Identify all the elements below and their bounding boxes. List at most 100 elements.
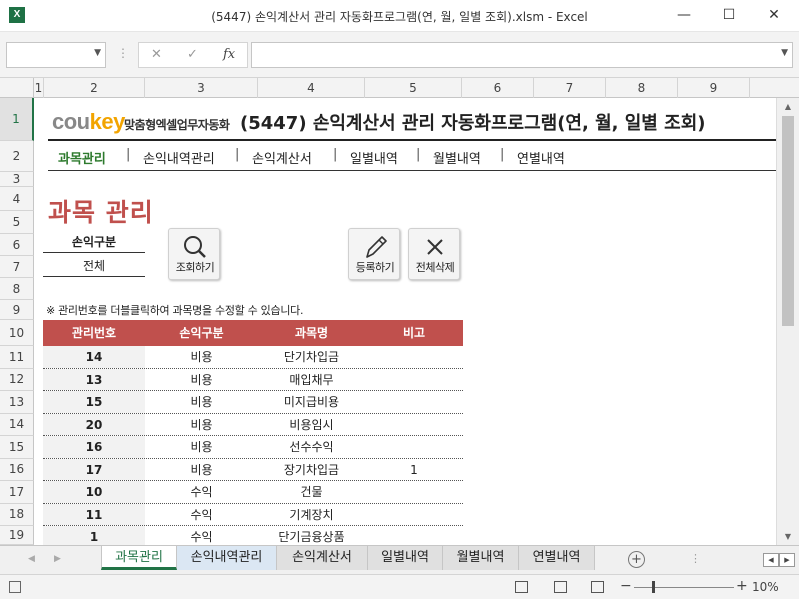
- row-header[interactable]: 8: [0, 278, 34, 300]
- cell-id[interactable]: 13: [43, 368, 145, 390]
- cell-subject[interactable]: 단기금융상품: [258, 526, 365, 545]
- cell-note[interactable]: [365, 391, 463, 413]
- cancel-icon[interactable]: ✕: [151, 47, 162, 62]
- nav-item-subject-management[interactable]: 과목관리: [58, 148, 106, 167]
- insert-function-icon[interactable]: fx: [223, 47, 235, 62]
- cell-subject[interactable]: 단기차입금: [258, 346, 365, 368]
- register-button[interactable]: 등록하기: [348, 228, 400, 280]
- cell-type[interactable]: 수익: [145, 526, 258, 545]
- column-header[interactable]: 5: [365, 78, 462, 98]
- close-button[interactable]: ✕: [751, 0, 797, 32]
- column-header[interactable]: 7: [534, 78, 606, 98]
- formula-input[interactable]: ▼: [251, 42, 793, 68]
- cell-type[interactable]: 비용: [145, 346, 258, 368]
- column-header[interactable]: 4: [258, 78, 365, 98]
- nav-item-pl-entries[interactable]: 손익내역관리: [143, 148, 215, 167]
- tab-monthly[interactable]: 월별내역: [443, 546, 519, 570]
- column-header[interactable]: 8: [606, 78, 678, 98]
- tab-splitter-icon[interactable]: ⋮: [690, 552, 701, 565]
- tab-scroll-left-icon[interactable]: ◀: [28, 554, 35, 564]
- hscroll-right-icon[interactable]: ▶: [779, 553, 795, 567]
- cell-id[interactable]: 10: [43, 481, 145, 503]
- row-header[interactable]: 4: [0, 187, 34, 211]
- tab-subject-management[interactable]: 과목관리: [101, 546, 177, 570]
- cell-subject[interactable]: 비용임시: [258, 414, 365, 436]
- row-header[interactable]: 9: [0, 300, 34, 320]
- cell-note[interactable]: [365, 369, 463, 391]
- cell-subject[interactable]: 장기차입금: [258, 459, 365, 481]
- delete-all-button[interactable]: 전체삭제: [408, 228, 460, 280]
- column-header[interactable]: 9: [678, 78, 750, 98]
- zoom-level[interactable]: 10%: [752, 580, 779, 594]
- column-header[interactable]: 2: [44, 78, 145, 98]
- table-row[interactable]: 15 비용 미지급비용: [43, 391, 463, 414]
- row-header[interactable]: 19: [0, 526, 34, 545]
- cell-note[interactable]: [365, 526, 463, 545]
- cell-id[interactable]: 1: [43, 526, 145, 545]
- macro-record-icon[interactable]: [9, 581, 21, 593]
- cell-subject[interactable]: 매입채무: [258, 369, 365, 391]
- row-header[interactable]: 7: [0, 256, 34, 278]
- table-row[interactable]: 17 비용 장기차입금 1: [43, 458, 463, 481]
- row-header[interactable]: 1: [0, 98, 34, 141]
- table-row[interactable]: 16 비용 선수수익: [43, 436, 463, 459]
- nav-item-monthly[interactable]: 월별내역: [433, 148, 481, 167]
- cell-note[interactable]: [365, 436, 463, 458]
- column-header[interactable]: 3: [145, 78, 258, 98]
- row-header[interactable]: 2: [0, 141, 34, 172]
- cell-note[interactable]: [365, 414, 463, 436]
- search-button[interactable]: 조회하기: [168, 228, 220, 280]
- zoom-out-button[interactable]: −: [620, 578, 632, 594]
- nav-item-yearly[interactable]: 연별내역: [517, 148, 565, 167]
- cell-subject[interactable]: 선수수익: [258, 436, 365, 458]
- row-header[interactable]: 15: [0, 436, 34, 459]
- cell-type[interactable]: 비용: [145, 436, 258, 458]
- column-header[interactable]: 6: [462, 78, 534, 98]
- row-header[interactable]: 10: [0, 320, 34, 346]
- zoom-slider[interactable]: [634, 587, 734, 588]
- scroll-thumb[interactable]: [782, 116, 794, 326]
- cell-type[interactable]: 비용: [145, 369, 258, 391]
- row-header[interactable]: 14: [0, 413, 34, 436]
- name-box[interactable]: ▼: [6, 42, 106, 68]
- cell-type[interactable]: 비용: [145, 414, 258, 436]
- row-header[interactable]: 12: [0, 368, 34, 391]
- cell-note[interactable]: [365, 481, 463, 503]
- row-header[interactable]: 3: [0, 172, 34, 187]
- maximize-button[interactable]: ☐: [706, 0, 752, 32]
- cell-type[interactable]: 비용: [145, 391, 258, 413]
- table-row[interactable]: 11 수익 기계장치: [43, 503, 463, 526]
- nav-item-daily[interactable]: 일별내역: [350, 148, 398, 167]
- chevron-down-icon[interactable]: ▼: [94, 48, 101, 58]
- cell-note[interactable]: [365, 504, 463, 526]
- row-header[interactable]: 16: [0, 458, 34, 481]
- cell-id[interactable]: 11: [43, 503, 145, 525]
- table-row[interactable]: 14 비용 단기차입금: [43, 346, 463, 369]
- expand-formula-icon[interactable]: ▼: [781, 48, 788, 58]
- zoom-slider-thumb[interactable]: [652, 581, 655, 593]
- cell-subject[interactable]: 건물: [258, 481, 365, 503]
- cell-note[interactable]: 1: [365, 459, 463, 481]
- vertical-scrollbar[interactable]: ▲ ▼: [776, 98, 799, 545]
- row-header[interactable]: 17: [0, 481, 34, 504]
- tab-income-statement[interactable]: 손익계산서: [277, 546, 368, 570]
- row-header[interactable]: 6: [0, 234, 34, 256]
- row-header[interactable]: 5: [0, 211, 34, 234]
- row-header[interactable]: 11: [0, 346, 34, 369]
- page-layout-icon[interactable]: [554, 581, 567, 593]
- table-row[interactable]: 1 수익 단기금융상품: [43, 526, 463, 545]
- page-break-preview-icon[interactable]: [591, 581, 604, 593]
- filter-select[interactable]: 전체: [43, 255, 145, 277]
- tab-scroll-right-icon[interactable]: ▶: [54, 554, 61, 564]
- cell-subject[interactable]: 미지급비용: [258, 391, 365, 413]
- nav-item-income-statement[interactable]: 손익계산서: [252, 148, 312, 167]
- cell-id[interactable]: 17: [43, 458, 145, 480]
- table-row[interactable]: 13 비용 매입채무: [43, 368, 463, 391]
- cell-id[interactable]: 16: [43, 436, 145, 458]
- cell-id[interactable]: 20: [43, 413, 145, 435]
- cell-type[interactable]: 수익: [145, 504, 258, 526]
- table-row[interactable]: 10 수익 건물: [43, 481, 463, 504]
- column-header[interactable]: 1: [34, 78, 44, 98]
- cell-type[interactable]: 수익: [145, 481, 258, 503]
- worksheet[interactable]: coukey 맞춤형엑셀업무자동화 (5447) 손익계산서 관리 자동화프로그…: [34, 98, 776, 545]
